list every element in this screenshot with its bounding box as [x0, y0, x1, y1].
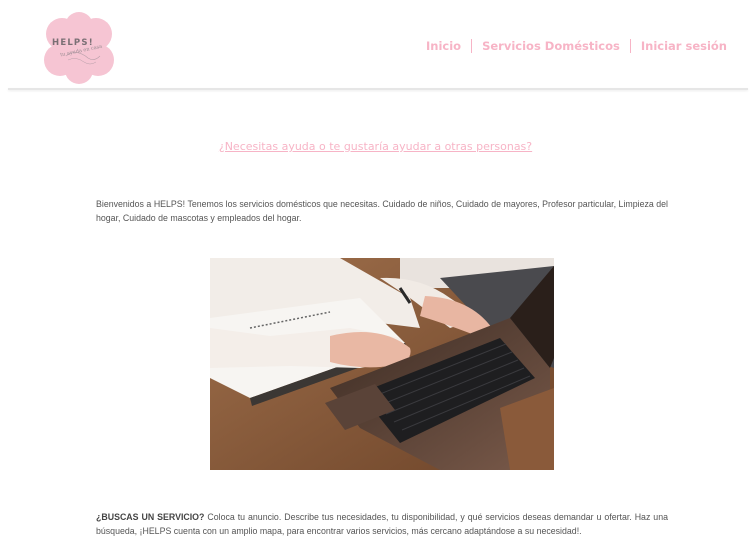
- site-header: HELPS! tu ayuda en casa Inicio Servicios…: [0, 0, 751, 88]
- main-nav: Inicio Servicios Domésticos Iniciar sesi…: [426, 39, 727, 53]
- nav-divider: [471, 39, 473, 53]
- buscas-servicio-lead: ¿BUSCAS UN SERVICIO?: [96, 512, 205, 522]
- logo[interactable]: HELPS! tu ayuda en casa: [40, 12, 118, 84]
- hero-image: [210, 258, 554, 470]
- laptop-typing-image-icon: [210, 258, 554, 470]
- intro-paragraph: Bienvenidos a HELPS! Tenemos los servici…: [96, 199, 668, 223]
- page-headline[interactable]: ¿Necesitas ayuda o te gustaría ayudar a …: [0, 140, 751, 153]
- buscas-servicio-paragraph: ¿BUSCAS UN SERVICIO? Coloca tu anuncio. …: [96, 511, 668, 538]
- nav-item-iniciar-sesion[interactable]: Iniciar sesión: [641, 39, 727, 53]
- nav-item-servicios-domesticos[interactable]: Servicios Domésticos: [482, 39, 620, 53]
- nav-divider: [629, 39, 631, 53]
- header-divider: [8, 88, 748, 90]
- nav-item-inicio[interactable]: Inicio: [426, 39, 461, 53]
